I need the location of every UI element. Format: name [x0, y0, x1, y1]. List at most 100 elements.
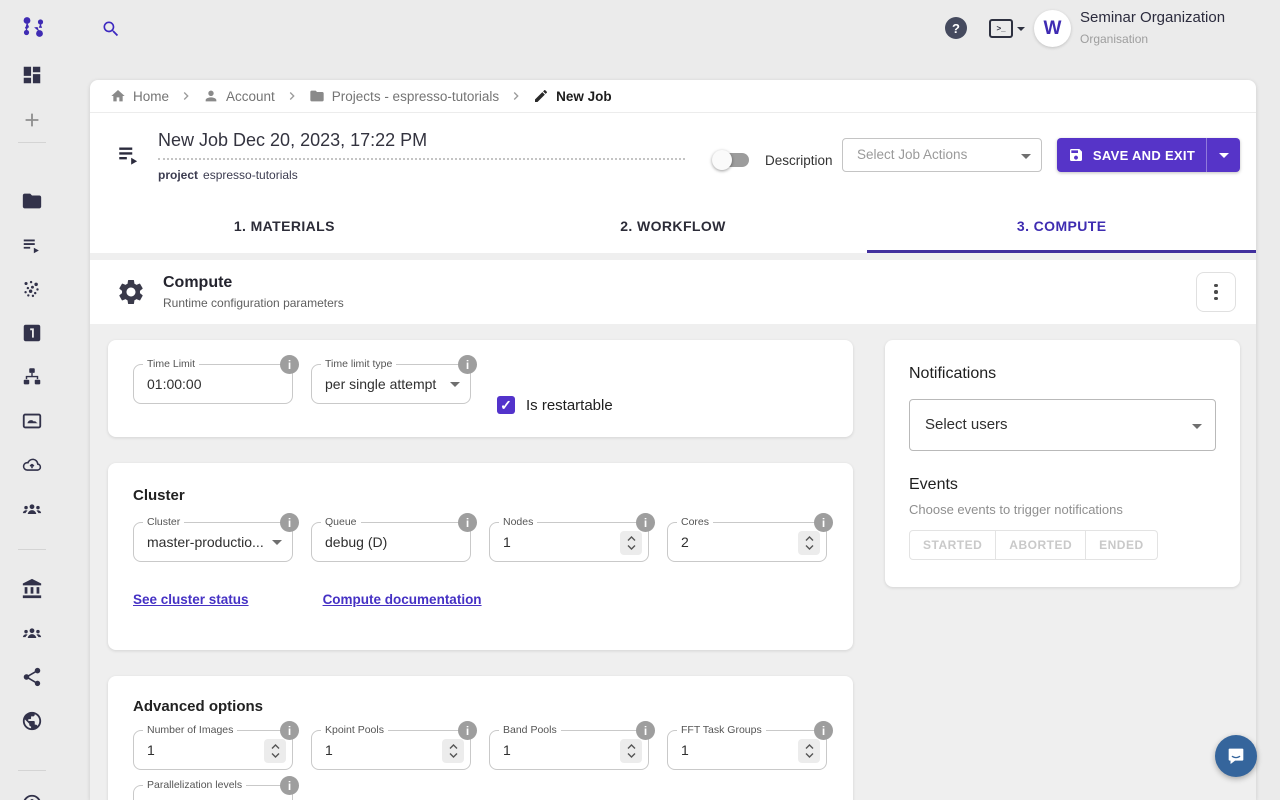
time-limit-type-select[interactable]: Time limit type per single attempt: [311, 364, 471, 404]
info-icon[interactable]: [280, 776, 299, 795]
number-of-images-stepper[interactable]: Number of Images 1: [133, 730, 293, 770]
field-label: FFT Task Groups: [677, 724, 766, 736]
field-value: debug (D): [312, 523, 470, 561]
cluster-card: Cluster Cluster master-productio... Queu…: [108, 463, 853, 650]
event-aborted-button[interactable]: ABORTED: [996, 530, 1086, 560]
info-icon[interactable]: [814, 721, 833, 740]
sidebar-item-community[interactable]: [21, 622, 43, 644]
dropdown-caret-icon: [272, 540, 282, 545]
cluster-status-link[interactable]: See cluster status: [133, 592, 249, 607]
search-icon[interactable]: [101, 19, 121, 39]
event-started-button[interactable]: STARTED: [909, 530, 996, 560]
event-ended-button[interactable]: ENDED: [1086, 530, 1158, 560]
save-and-exit-button[interactable]: SAVE AND EXIT: [1057, 138, 1240, 172]
console-icon[interactable]: [989, 18, 1027, 39]
info-icon[interactable]: [636, 513, 655, 532]
stepper-arrows[interactable]: [620, 739, 642, 763]
is-restartable-checkbox[interactable]: [497, 396, 515, 414]
project-value: espresso-tutorials: [203, 168, 298, 182]
kpoint-pools-stepper[interactable]: Kpoint Pools 1: [311, 730, 471, 770]
sidebar-divider: [18, 142, 46, 143]
field-label: Queue: [321, 516, 361, 528]
save-dropdown-button[interactable]: [1206, 138, 1240, 172]
dropdown-caret-icon: [450, 382, 460, 387]
cores-stepper[interactable]: Cores 2: [667, 522, 827, 562]
breadcrumb-home[interactable]: Home: [110, 88, 169, 104]
chevron-down-icon: [1017, 27, 1025, 31]
breadcrumb-account[interactable]: Account: [203, 88, 275, 104]
info-icon[interactable]: [458, 355, 477, 374]
job-actions-placeholder: Select Job Actions: [857, 147, 967, 162]
sidebar-item-dashboard[interactable]: [21, 64, 43, 86]
org-subtitle: Organisation: [1080, 32, 1148, 46]
field-label: Time limit type: [321, 358, 396, 370]
chevron-down-icon: [1219, 153, 1229, 158]
info-icon[interactable]: [458, 513, 477, 532]
parallelization-levels-field[interactable]: Parallelization levels: [133, 785, 293, 800]
sidebar-item-jobs[interactable]: [21, 234, 43, 256]
sidebar-item-workflows[interactable]: [21, 366, 43, 388]
tab-compute[interactable]: 3. COMPUTE: [867, 198, 1256, 253]
stepper-arrows[interactable]: [442, 739, 464, 763]
person-icon: [203, 88, 219, 104]
help-icon[interactable]: [945, 17, 967, 39]
job-title[interactable]: New Job Dec 20, 2023, 17:22 PM: [158, 130, 685, 160]
select-users-placeholder: Select users: [925, 416, 1008, 433]
app-logo[interactable]: [20, 13, 48, 41]
info-icon[interactable]: [814, 513, 833, 532]
sidebar-item-organization[interactable]: [21, 578, 43, 600]
sidebar-item-add[interactable]: [21, 109, 43, 131]
chevron-right-icon: [508, 88, 524, 104]
queue-field[interactable]: Queue debug (D): [311, 522, 471, 562]
sidebar-item-batch[interactable]: [21, 322, 43, 344]
notifications-title: Notifications: [909, 365, 1216, 383]
field-label: Cluster: [143, 516, 184, 528]
breadcrumb-projects[interactable]: Projects - espresso-tutorials: [309, 88, 499, 104]
info-icon[interactable]: [280, 721, 299, 740]
time-limit-field[interactable]: Time Limit 01:00:00: [133, 364, 293, 404]
select-users-dropdown[interactable]: Select users: [909, 399, 1216, 451]
field-label: Number of Images: [143, 724, 237, 736]
job-actions-select[interactable]: Select Job Actions: [842, 138, 1042, 172]
sidebar-item-cloud-upload[interactable]: [21, 454, 43, 476]
section-title: Compute: [163, 274, 344, 292]
band-pools-stepper[interactable]: Band Pools 1: [489, 730, 649, 770]
compute-docs-link[interactable]: Compute documentation: [323, 592, 482, 607]
breadcrumb-label: New Job: [556, 89, 612, 104]
stepper-arrows[interactable]: [620, 531, 642, 555]
info-icon[interactable]: [458, 721, 477, 740]
info-icon[interactable]: [636, 721, 655, 740]
stepper-arrows[interactable]: [264, 739, 286, 763]
field-label: Parallelization levels: [143, 779, 246, 791]
chat-launcher[interactable]: [1215, 735, 1257, 777]
chevron-right-icon: [284, 88, 300, 104]
info-icon[interactable]: [280, 355, 299, 374]
sidebar-divider: [18, 549, 46, 550]
cluster-select[interactable]: Cluster master-productio...: [133, 522, 293, 562]
sidebar-item-images[interactable]: [21, 410, 43, 432]
breadcrumb-label: Projects - espresso-tutorials: [332, 89, 499, 104]
sidebar-item-projects[interactable]: [21, 190, 43, 212]
avatar[interactable]: W: [1034, 10, 1071, 47]
sidebar-item-account-partial[interactable]: [21, 793, 43, 800]
field-value: master-productio...: [134, 523, 292, 561]
fft-task-groups-stepper[interactable]: FFT Task Groups 1: [667, 730, 827, 770]
more-options-button[interactable]: [1196, 272, 1236, 312]
sidebar-item-globe[interactable]: [21, 710, 43, 732]
stepper-arrows[interactable]: [798, 531, 820, 555]
description-toggle[interactable]: [715, 153, 749, 167]
tab-materials[interactable]: 1. MATERIALS: [90, 198, 479, 253]
terminal-glyph: [989, 19, 1013, 38]
tab-workflow[interactable]: 2. WORKFLOW: [479, 198, 868, 253]
field-value: 01:00:00: [134, 365, 292, 403]
breadcrumb-current: New Job: [533, 88, 612, 104]
save-main[interactable]: SAVE AND EXIT: [1057, 147, 1206, 163]
field-label: Kpoint Pools: [321, 724, 388, 736]
sidebar-item-team[interactable]: [21, 498, 43, 520]
project-label: project: [158, 168, 198, 182]
info-icon[interactable]: [280, 513, 299, 532]
nodes-stepper[interactable]: Nodes 1: [489, 522, 649, 562]
sidebar-item-materials[interactable]: [21, 278, 43, 300]
sidebar-item-share[interactable]: [21, 666, 43, 688]
stepper-arrows[interactable]: [798, 739, 820, 763]
